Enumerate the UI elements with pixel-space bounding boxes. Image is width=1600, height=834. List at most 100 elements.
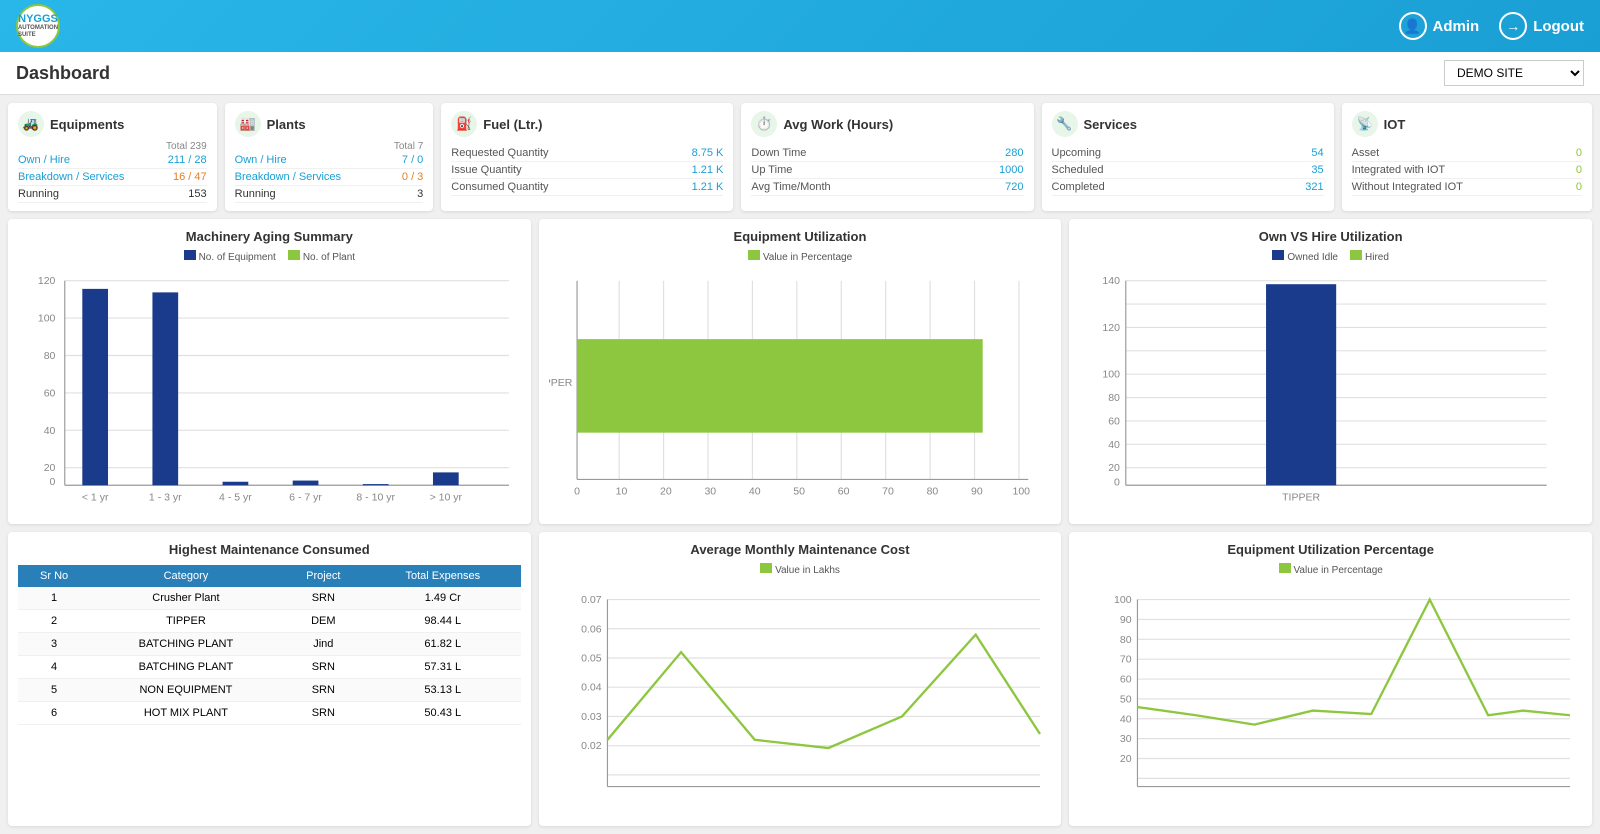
svg-text:20: 20 xyxy=(660,486,672,498)
table-cell: BATCHING PLANT xyxy=(90,633,282,656)
maintenance-table-card: Highest Maintenance Consumed Sr No Categ… xyxy=(8,532,531,826)
plants-running-label: Running xyxy=(235,188,276,200)
svg-text:100: 100 xyxy=(1103,369,1121,381)
svg-text:40: 40 xyxy=(1120,714,1132,726)
table-cell: 1 xyxy=(18,587,90,610)
svg-text:0.05: 0.05 xyxy=(581,653,602,665)
table-cell: BATCHING PLANT xyxy=(90,656,282,679)
avgwork-title: Avg Work (Hours) xyxy=(783,117,893,132)
svg-text:90: 90 xyxy=(1120,614,1132,626)
upcoming-label: Upcoming xyxy=(1052,147,1102,159)
aging-chart-title: Machinery Aging Summary xyxy=(18,229,521,244)
iot-integrated-value: 0 xyxy=(1576,164,1582,176)
iot-icon: 📡 xyxy=(1352,111,1378,137)
svg-text:0.03: 0.03 xyxy=(581,711,602,723)
avgwork-header: ⏱️ Avg Work (Hours) xyxy=(751,111,1023,137)
table-cell: 3 xyxy=(18,633,90,656)
svg-text:60: 60 xyxy=(44,387,56,399)
svg-text:< 1 yr: < 1 yr xyxy=(82,491,109,502)
bar-6to7yr-equip xyxy=(293,481,319,486)
svg-text:80: 80 xyxy=(1120,634,1132,646)
utilization-legend-item: Value in Percentage xyxy=(748,250,852,263)
fuel-card: ⛽ Fuel (Ltr.) Requested Quantity 8.75 K … xyxy=(441,103,733,211)
avg-monthly-chart-card: Average Monthly Maintenance Cost Value i… xyxy=(539,532,1062,826)
iot-title: IOT xyxy=(1384,117,1406,132)
util-pct-line xyxy=(1138,600,1571,725)
plants-own-hire-row: Own / Hire 7 / 0 xyxy=(235,152,424,169)
plants-icon: 🏭 xyxy=(235,111,261,137)
table-row: 4BATCHING PLANTSRN57.31 L xyxy=(18,656,521,679)
avg-monthly-legend: Value in Lakhs xyxy=(549,563,1052,576)
services-header: 🔧 Services xyxy=(1052,111,1324,137)
dashboard-bar: Dashboard DEMO SITE xyxy=(0,52,1600,95)
plants-header: 🏭 Plants xyxy=(235,111,424,137)
admin-label: Admin xyxy=(1433,18,1480,35)
logo-area: NYGGS AUTOMATION SUITE xyxy=(16,4,60,48)
own-vs-hire-legend: Owned Idle Hired xyxy=(1079,250,1582,263)
col-category: Category xyxy=(90,565,282,587)
bottom-row: Highest Maintenance Consumed Sr No Categ… xyxy=(0,532,1600,834)
avgtime-value: 720 xyxy=(1005,181,1023,193)
services-icon: 🔧 xyxy=(1052,111,1078,137)
upcoming-value: 54 xyxy=(1311,147,1323,159)
table-cell: 4 xyxy=(18,656,90,679)
plants-title: Plants xyxy=(267,117,306,132)
svg-text:0: 0 xyxy=(50,476,56,488)
site-select[interactable]: DEMO SITE xyxy=(1444,60,1584,86)
table-row: 3BATCHING PLANTJind61.82 L xyxy=(18,633,521,656)
iot-header: 📡 IOT xyxy=(1352,111,1582,137)
svg-text:50: 50 xyxy=(793,486,805,498)
svg-text:10: 10 xyxy=(615,486,627,498)
plants-breakdown-label: Breakdown / Services xyxy=(235,171,341,183)
table-cell: SRN xyxy=(282,587,365,610)
svg-text:8 - 10 yr: 8 - 10 yr xyxy=(356,491,395,502)
iot-integrated-label: Integrated with IOT xyxy=(1352,164,1446,176)
table-cell: SRN xyxy=(282,679,365,702)
svg-text:6 - 7 yr: 6 - 7 yr xyxy=(289,491,322,502)
table-cell: 6 xyxy=(18,702,90,725)
svg-text:80: 80 xyxy=(44,350,56,362)
svg-text:80: 80 xyxy=(926,486,938,498)
equipments-title: Equipments xyxy=(50,117,124,132)
svg-text:140: 140 xyxy=(1103,275,1121,287)
aging-legend-plant: No. of Plant xyxy=(288,250,355,263)
header: NYGGS AUTOMATION SUITE 👤 Admin → Logout xyxy=(0,0,1600,52)
avgwork-icon: ⏱️ xyxy=(751,111,777,137)
scheduled-label: Scheduled xyxy=(1052,164,1104,176)
svg-text:0.07: 0.07 xyxy=(581,595,602,607)
fuel-title: Fuel (Ltr.) xyxy=(483,117,542,132)
uptime-value: 1000 xyxy=(999,164,1023,176)
utilization-chart-title: Equipment Utilization xyxy=(549,229,1052,244)
svg-text:70: 70 xyxy=(882,486,894,498)
equipments-total: Total 239 xyxy=(18,141,207,152)
fuel-issue-value: 1.21 K xyxy=(692,164,724,176)
maintenance-table-title: Highest Maintenance Consumed xyxy=(18,542,521,557)
table-cell: 53.13 L xyxy=(365,679,521,702)
logo: NYGGS AUTOMATION SUITE xyxy=(16,4,60,48)
running-label: Running xyxy=(18,188,59,200)
plants-own-hire-value: 7 / 0 xyxy=(402,154,423,166)
avgwork-card: ⏱️ Avg Work (Hours) Down Time 280 Up Tim… xyxy=(741,103,1033,211)
fuel-issue-row: Issue Quantity 1.21 K xyxy=(451,162,723,179)
logout-button[interactable]: → Logout xyxy=(1499,12,1584,40)
table-cell: DEM xyxy=(282,610,365,633)
table-cell: 5 xyxy=(18,679,90,702)
downtime-value: 280 xyxy=(1005,147,1023,159)
iot-card: 📡 IOT Asset 0 Integrated with IOT 0 With… xyxy=(1342,103,1592,211)
table-cell: TIPPER xyxy=(90,610,282,633)
fuel-req-value: 8.75 K xyxy=(692,147,724,159)
table-cell: Crusher Plant xyxy=(90,587,282,610)
table-cell: 2 xyxy=(18,610,90,633)
col-project: Project xyxy=(282,565,365,587)
bar-1to3yr-equip xyxy=(152,292,178,485)
svg-text:1 - 3 yr: 1 - 3 yr xyxy=(149,491,182,502)
plants-breakdown-value: 0 / 3 xyxy=(402,171,423,183)
avg-monthly-chart-title: Average Monthly Maintenance Cost xyxy=(549,542,1052,557)
admin-button[interactable]: 👤 Admin xyxy=(1399,12,1480,40)
table-cell: 61.82 L xyxy=(365,633,521,656)
equipments-icon: 🚜 xyxy=(18,111,44,137)
bar-4to5yr-equip xyxy=(223,482,249,486)
downtime-row: Down Time 280 xyxy=(751,145,1023,162)
bar-lt1yr-equip xyxy=(82,289,108,485)
downtime-label: Down Time xyxy=(751,147,806,159)
